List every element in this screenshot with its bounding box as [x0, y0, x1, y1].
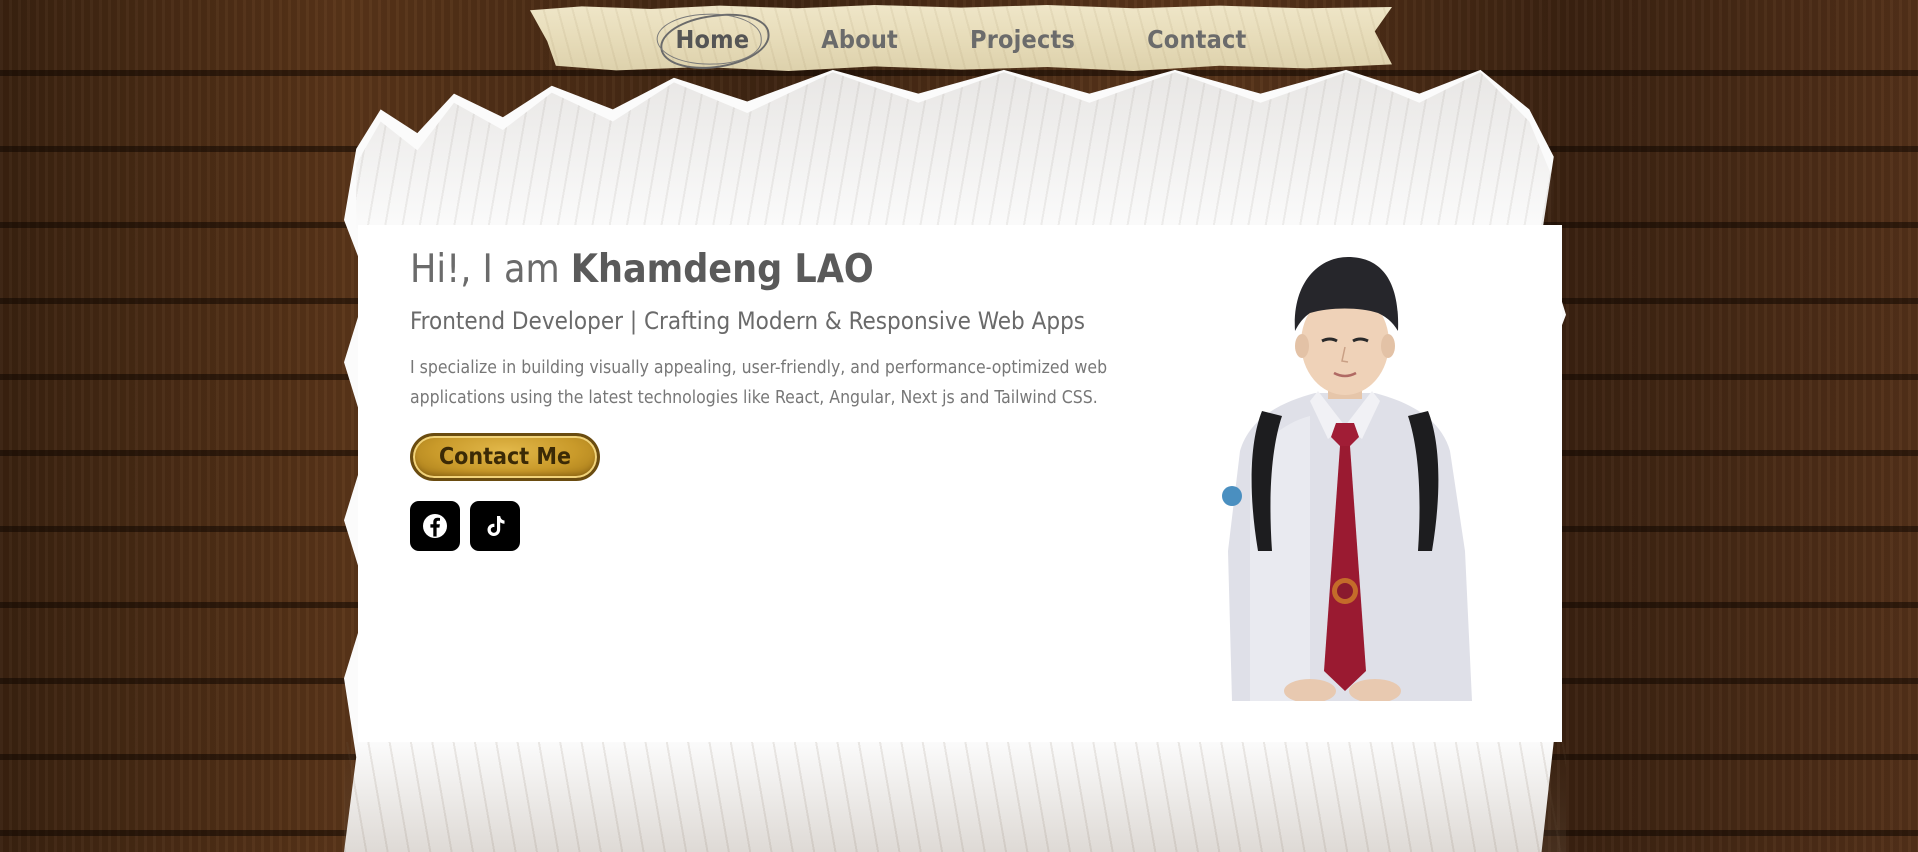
tiktok-link[interactable]: [470, 501, 520, 551]
contact-me-button[interactable]: Contact Me: [410, 433, 600, 481]
nav-about[interactable]: About: [821, 25, 898, 54]
facebook-icon: [423, 514, 447, 538]
nav-contact[interactable]: Contact: [1147, 25, 1246, 54]
hero-greeting: Hi!, I am: [410, 247, 560, 292]
social-links: [410, 501, 1170, 551]
hero-description: I specialize in building visually appeal…: [410, 358, 1108, 408]
portrait-photo: [1222, 257, 1472, 701]
hero-heading: Hi!, I am Khamdeng LAO: [410, 247, 1170, 292]
nav-about-label: About: [821, 24, 899, 54]
nav-projects[interactable]: Projects: [970, 25, 1075, 54]
hero-subtitle: Frontend Developer | Crafting Modern & R…: [410, 307, 1086, 335]
hero-name: Khamdeng LAO: [570, 247, 874, 292]
paint-texture-bottom: [344, 742, 1566, 852]
nav-contact-label: Contact: [1147, 24, 1247, 54]
hero-text: Hi!, I am Khamdeng LAO Frontend Develope…: [410, 247, 1170, 551]
hero-card: Hi!, I am Khamdeng LAO Frontend Develope…: [358, 225, 1562, 742]
tiktok-icon: [487, 516, 505, 536]
main-nav: Home About Projects Contact: [530, 8, 1392, 74]
facebook-link[interactable]: [410, 501, 460, 551]
nav-projects-label: Projects: [970, 24, 1076, 54]
nav-home[interactable]: Home: [656, 8, 773, 74]
